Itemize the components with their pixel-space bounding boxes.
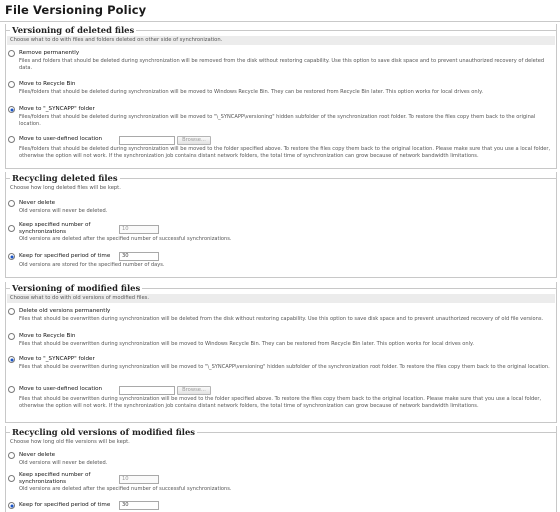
section-title: Recycling deleted files [10, 172, 120, 184]
radio-button[interactable] [8, 81, 15, 88]
option-move-syncapp-folder[interactable]: Move to "_SYNCAPP" folder Files that sho… [8, 355, 554, 379]
option-description: Files that should be overwritten during … [19, 341, 474, 347]
option-label[interactable]: Keep specified number of synchronization… [19, 472, 109, 485]
option-move-recycle-bin[interactable]: Move to Recycle Bin Files that should be… [8, 332, 554, 349]
versioning-deleted-section: Versioning of deleted files Choose what … [5, 24, 557, 169]
option-keep-period[interactable]: Keep for specified period of time 30 [8, 501, 554, 512]
period-days-input[interactable]: 30 [119, 501, 159, 510]
versioning-modified-section: Versioning of modified files Choose what… [5, 282, 557, 423]
radio-button[interactable] [8, 308, 15, 315]
period-days-input[interactable]: 30 [119, 252, 159, 261]
option-move-syncapp-folder[interactable]: Move to "_SYNCAPP" folder Files/folders … [8, 105, 554, 129]
section-description: Choose what to do with files and folders… [7, 36, 555, 45]
browse-button[interactable]: Browse... [177, 386, 211, 395]
option-delete-permanently[interactable]: Delete old versions permanently Files th… [8, 307, 554, 324]
page-title: File Versioning Policy [5, 3, 147, 17]
location-input[interactable] [119, 136, 175, 145]
option-label[interactable]: Never delete [19, 451, 55, 460]
section-description: Choose how long deleted files will be ke… [10, 185, 121, 191]
option-label[interactable]: Move to user-defined location [19, 135, 102, 144]
radio-button-selected[interactable] [8, 253, 15, 260]
radio-button[interactable] [8, 136, 15, 143]
radio-button[interactable] [8, 475, 15, 482]
option-description: Files/folders that should be deleted dur… [19, 146, 551, 159]
option-never-delete[interactable]: Never delete Old versions will never be … [8, 199, 554, 216]
option-description: Old versions will never be deleted. [19, 208, 108, 214]
section-description: Choose how long old file versions will b… [10, 439, 130, 445]
section-title: Versioning of modified files [10, 282, 143, 294]
radio-button-selected[interactable] [8, 356, 15, 363]
recycling-deleted-section: Recycling deleted files Choose how long … [5, 172, 557, 278]
option-description: Files that should be overwritten during … [19, 396, 542, 409]
location-input[interactable] [119, 386, 175, 395]
option-description: Files that should be overwritten during … [19, 364, 550, 370]
option-label[interactable]: Keep for specified period of time [19, 252, 110, 261]
radio-button[interactable] [8, 225, 15, 232]
option-label[interactable]: Move to Recycle Bin [19, 332, 75, 341]
radio-button-selected[interactable] [8, 502, 15, 509]
section-header: Recycling old versions of modified files [5, 426, 557, 438]
option-description: Files that should be overwritten during … [19, 316, 544, 322]
option-description: Old versions are deleted after the speci… [19, 486, 232, 492]
radio-button[interactable] [8, 200, 15, 207]
option-description: Old versions are deleted after the speci… [19, 236, 232, 242]
recycling-modified-section: Recycling old versions of modified files… [5, 426, 557, 512]
option-label[interactable]: Keep for specified period of time [19, 501, 110, 510]
radio-button[interactable] [8, 50, 15, 57]
section-description: Choose what to do with old versions of m… [7, 294, 555, 303]
radio-button[interactable] [8, 386, 15, 393]
option-label[interactable]: Keep specified number of synchronization… [19, 222, 109, 235]
section-title: Versioning of deleted files [10, 24, 137, 36]
option-label[interactable]: Never delete [19, 199, 55, 208]
option-label[interactable]: Move to user-defined location [19, 385, 102, 394]
option-label[interactable]: Remove permanently [19, 49, 79, 58]
option-never-delete[interactable]: Never delete Old versions will never be … [8, 451, 554, 468]
option-label[interactable]: Move to "_SYNCAPP" folder [19, 105, 95, 114]
option-description: Old versions will never be deleted. [19, 460, 108, 466]
option-keep-number[interactable]: Keep specified number of synchronization… [8, 472, 554, 496]
option-keep-period[interactable]: Keep for specified period of time 30 Old… [8, 252, 554, 272]
option-keep-number[interactable]: Keep specified number of synchronization… [8, 222, 554, 246]
option-remove-permanently[interactable]: Remove permanently Files and folders tha… [8, 49, 554, 73]
option-move-recycle-bin[interactable]: Move to Recycle Bin Files/folders that s… [8, 80, 554, 97]
title-divider [0, 21, 560, 22]
option-description: Files and folders that should be deleted… [19, 58, 545, 71]
section-header: Versioning of deleted files [5, 24, 557, 36]
option-description: Old versions are stored for the specifie… [19, 262, 165, 268]
sync-count-input[interactable]: 10 [119, 475, 159, 484]
sync-count-input[interactable]: 10 [119, 225, 159, 234]
option-label[interactable]: Move to Recycle Bin [19, 80, 75, 89]
option-label[interactable]: Delete old versions permanently [19, 307, 110, 316]
option-move-user-location[interactable]: Move to user-defined location Browse... … [8, 385, 554, 419]
option-description: Files/folders that should be deleted dur… [19, 114, 536, 127]
option-move-user-location[interactable]: Move to user-defined location Browse... … [8, 135, 554, 168]
section-header: Versioning of modified files [5, 282, 557, 294]
section-title: Recycling old versions of modified files [10, 426, 198, 438]
radio-button[interactable] [8, 452, 15, 459]
radio-button[interactable] [8, 333, 15, 340]
browse-button[interactable]: Browse... [177, 136, 211, 145]
radio-button-selected[interactable] [8, 106, 15, 113]
option-label[interactable]: Move to "_SYNCAPP" folder [19, 355, 95, 364]
option-description: Files/folders that should be deleted dur… [19, 89, 483, 95]
section-header: Recycling deleted files [5, 172, 557, 184]
